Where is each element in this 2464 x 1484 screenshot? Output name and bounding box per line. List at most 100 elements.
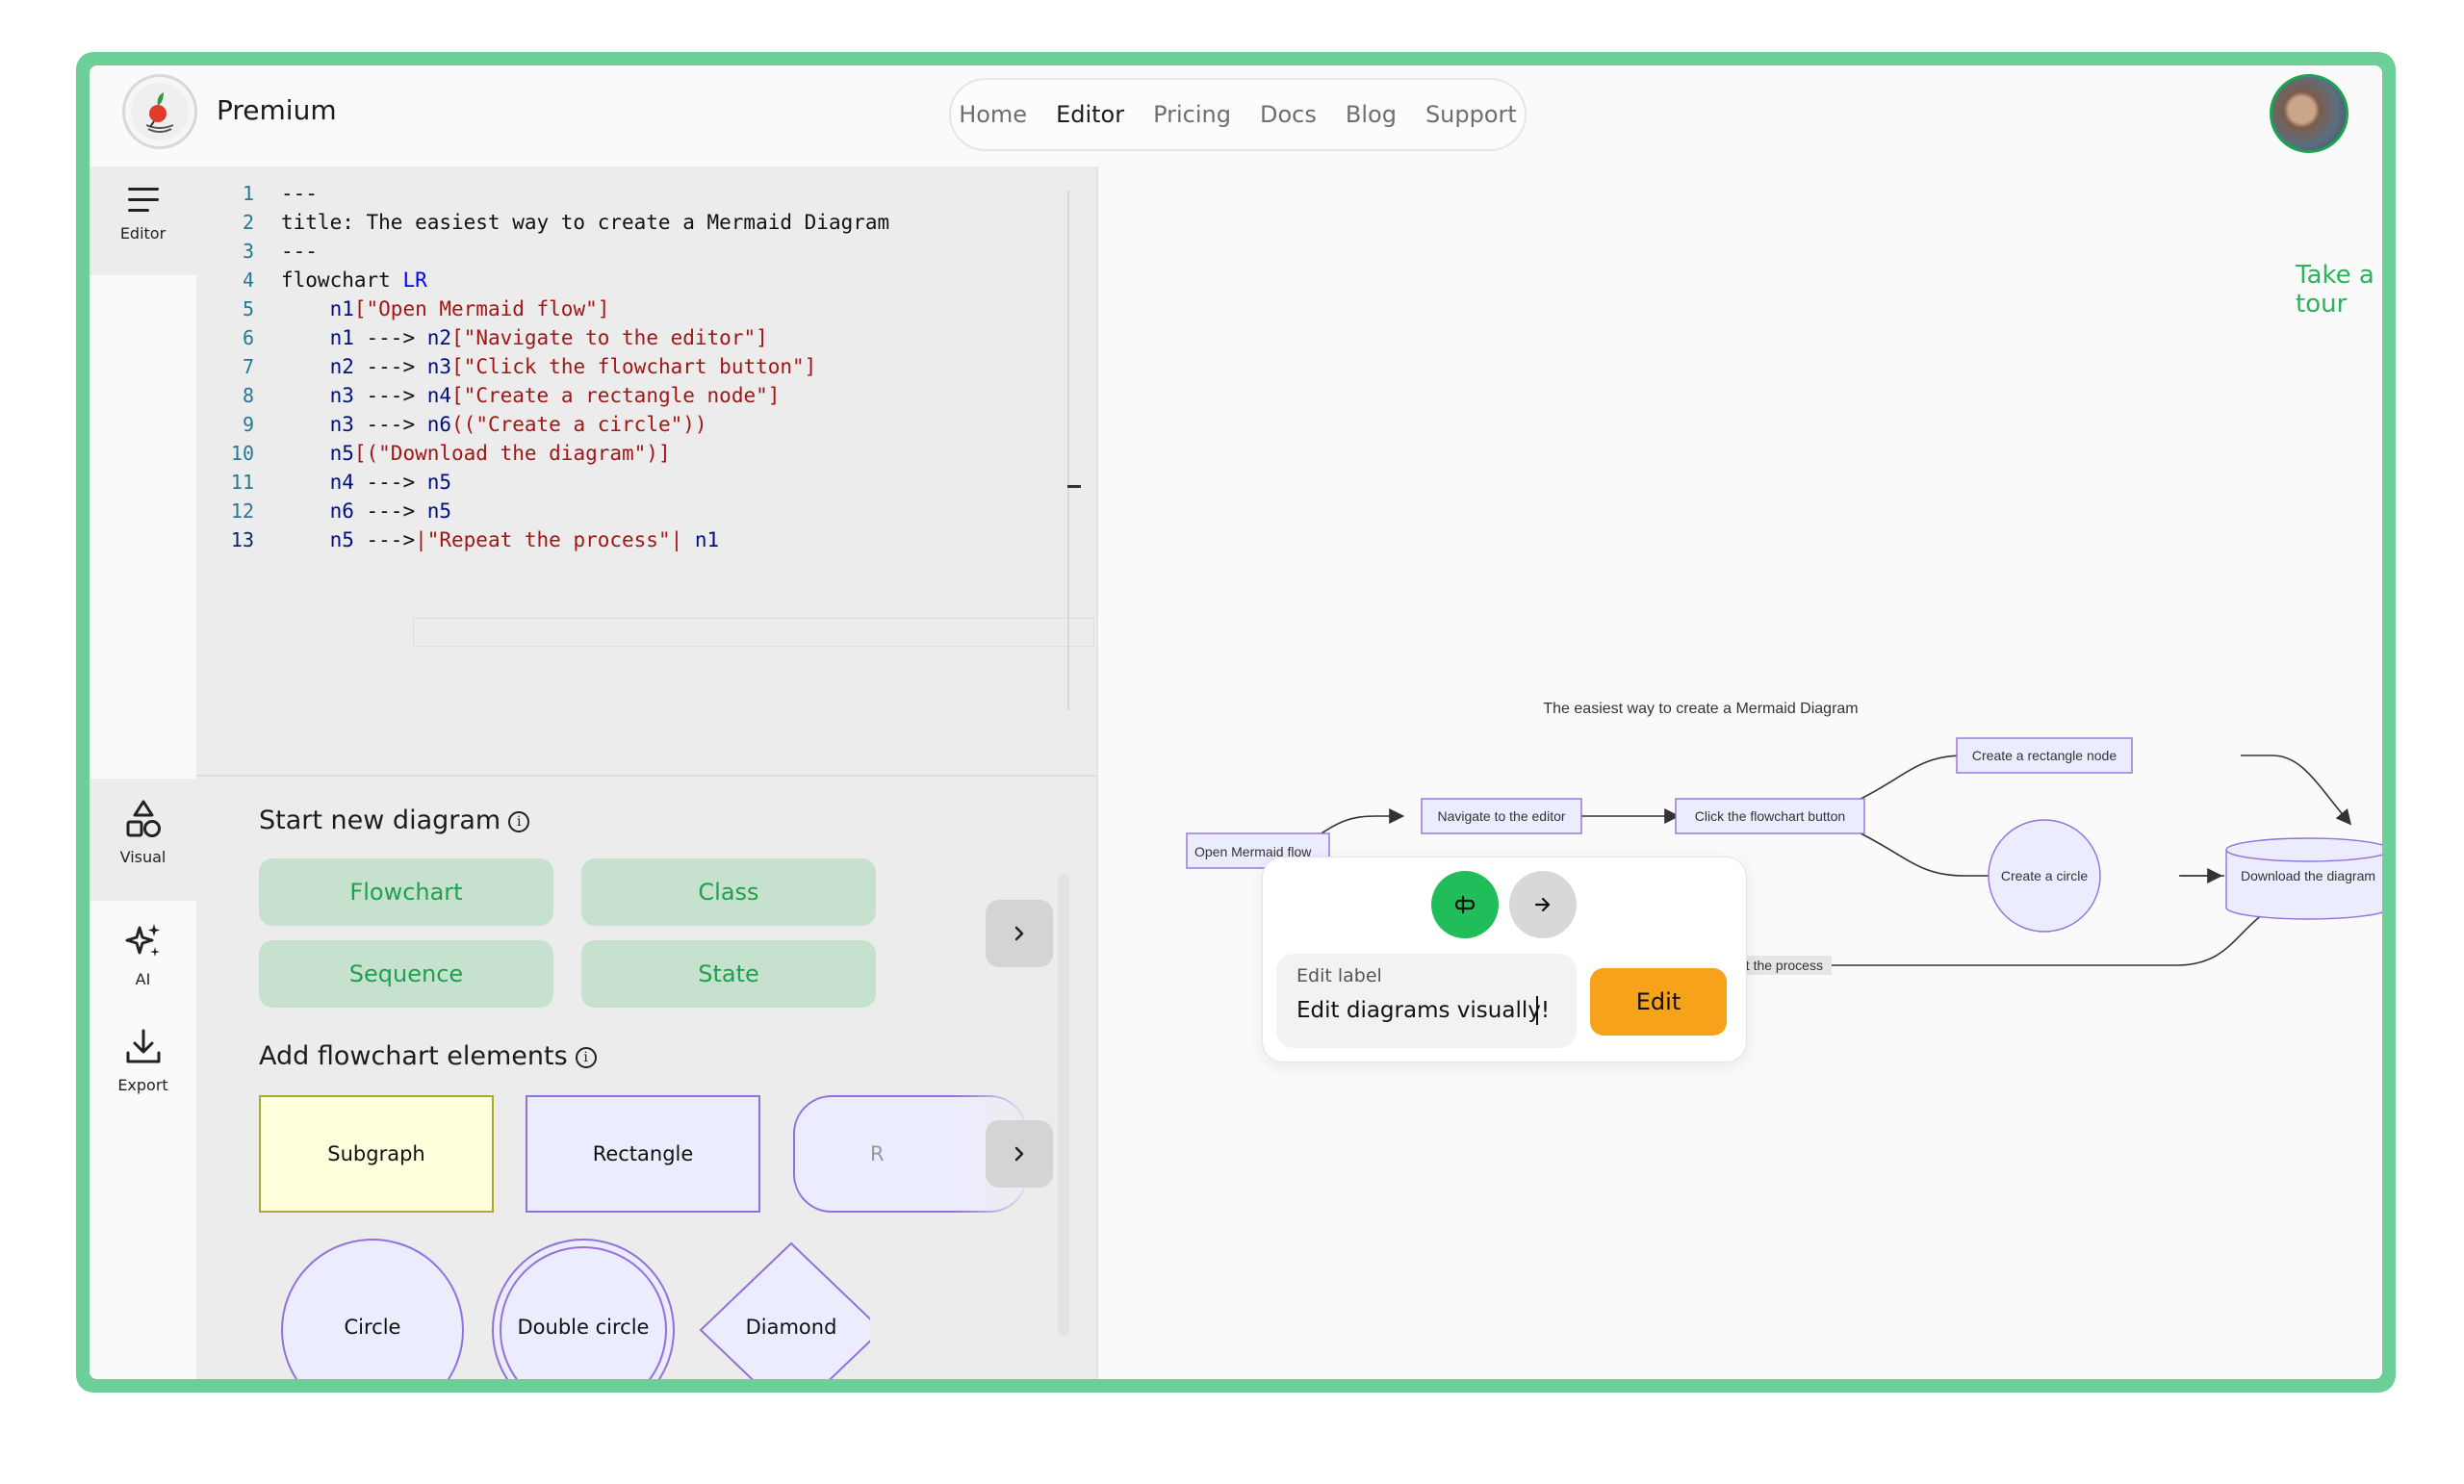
code-line[interactable]: n4 ---> n5 <box>281 468 451 497</box>
code-token: ---> <box>353 499 427 523</box>
add-elements-title: Add flowchart elements i <box>259 1041 597 1071</box>
add-elements-title-text: Add flowchart elements <box>259 1041 568 1071</box>
node-n6[interactable]: Create a circle <box>1988 819 2101 933</box>
node-n3[interactable]: Click the flowchart button <box>1675 798 1865 834</box>
node-n2-label: Navigate to the editor <box>1437 808 1565 824</box>
nav-home[interactable]: Home <box>959 101 1027 128</box>
line-number: 4 <box>242 269 254 292</box>
code-token: ---> <box>353 471 427 494</box>
node-n4[interactable]: Create a rectangle node <box>1956 737 2133 774</box>
code-token: ---> <box>353 384 427 407</box>
rail-spacer <box>90 275 196 779</box>
start-new-title-text: Start new diagram <box>259 806 501 835</box>
edit-label-input[interactable]: Edit diagrams visually! <box>1296 998 1550 1023</box>
edit-label-field[interactable]: Edit label Edit diagrams visually! <box>1276 954 1577 1048</box>
edit-label-caption: Edit label <box>1296 965 1382 986</box>
logo-icon[interactable] <box>122 74 197 149</box>
current-line-highlight <box>413 618 1094 647</box>
code-line[interactable]: n5[("Download the diagram")] <box>281 439 671 468</box>
diagram-types-next-button[interactable] <box>986 900 1053 967</box>
code-token: n5 <box>329 442 354 465</box>
shapes-icon <box>126 800 161 837</box>
code-line[interactable]: n1["Open Mermaid flow"] <box>281 294 610 323</box>
nav-pricing[interactable]: Pricing <box>1153 101 1231 128</box>
visual-panel-scrollbar[interactable] <box>1058 874 1069 1336</box>
line-number: 3 <box>242 240 254 263</box>
rail-item-export[interactable]: Export <box>90 1026 196 1094</box>
code-line[interactable]: flowchart LR <box>281 266 427 294</box>
visual-panel: Start new diagram i Flowchart Class Seque… <box>196 775 1096 1379</box>
drag-node-button[interactable] <box>1431 871 1499 938</box>
node-n3-label: Click the flowchart button <box>1695 808 1845 824</box>
code-token: n3 <box>426 355 452 378</box>
app-frame: Premium Home Editor Pricing Docs Blog Su… <box>76 52 2396 1393</box>
diamond-label: Diamond <box>745 1316 837 1339</box>
nav-blog[interactable]: Blog <box>1346 101 1397 128</box>
diagram-canvas[interactable]: Take a tour The easiest way to create a … <box>1098 166 2382 1379</box>
rail-item-editor[interactable]: Editor <box>90 184 196 243</box>
rail-item-visual[interactable]: Visual <box>90 798 196 866</box>
double-circle-shape[interactable] <box>492 1239 675 1379</box>
code-editor[interactable]: 1 2 3 4 5 6 7 8 9 10 11 12 13 --- title: The easiest w… <box>196 166 1096 775</box>
code-token: n4 <box>426 384 452 407</box>
nav-support[interactable]: Support <box>1425 101 1517 128</box>
code-line[interactable]: n1 ---> n2["Navigate to the editor"] <box>281 323 768 352</box>
side-rail: Editor Visual AI Export <box>90 166 196 1379</box>
download-icon <box>126 1029 160 1063</box>
elements-next-button[interactable] <box>986 1120 1053 1188</box>
code-token: n3 <box>329 413 354 436</box>
diagram-title: The easiest way to create a Mermaid Diag… <box>1543 701 1858 717</box>
line-number: 1 <box>242 182 254 205</box>
node-n2[interactable]: Navigate to the editor <box>1421 798 1582 834</box>
code-line[interactable]: n3 ---> n4["Create a rectangle node"] <box>281 381 781 410</box>
subgraph-element[interactable]: Subgraph <box>259 1095 494 1213</box>
code-token: --- <box>281 240 318 263</box>
code-line[interactable]: n3 ---> n6(("Create a circle")) <box>281 410 707 439</box>
code-line[interactable]: n2 ---> n3["Click the flowchart button"] <box>281 352 817 381</box>
code-line[interactable]: --- <box>281 179 318 208</box>
node-n6-label: Create a circle <box>2001 868 2088 883</box>
code-line[interactable]: n5 --->|"Repeat the process"| n1 <box>281 525 720 554</box>
line-number: 10 <box>230 442 254 465</box>
sequence-button[interactable]: Sequence <box>259 940 553 1008</box>
circle-shape[interactable] <box>281 1239 464 1379</box>
rail-visual-tab[interactable]: Visual <box>90 779 196 901</box>
line-number: 7 <box>242 355 254 378</box>
flowchart-button[interactable]: Flowchart <box>259 858 553 926</box>
nav-editor[interactable]: Editor <box>1056 101 1124 128</box>
editor-scrollbar[interactable] <box>1067 191 1069 710</box>
code-line[interactable]: title: The easiest way to create a Merma… <box>281 208 889 237</box>
line-number: 5 <box>242 297 254 320</box>
text-cursor <box>1536 996 1538 1025</box>
rail-item-ai[interactable]: AI <box>90 920 196 988</box>
shape-elements <box>281 1239 870 1379</box>
info-icon[interactable]: i <box>508 810 530 832</box>
code-line[interactable]: n6 ---> n5 <box>281 497 451 525</box>
code-token: n3 <box>329 384 354 407</box>
code-token: ---> <box>353 528 416 551</box>
chevron-right-icon <box>1014 926 1024 941</box>
node-n5[interactable]: Download the diagram <box>2225 837 2382 920</box>
rail-label-ai: AI <box>135 970 151 988</box>
user-avatar[interactable] <box>2270 74 2348 153</box>
class-button[interactable]: Class <box>581 858 876 926</box>
info-icon[interactable]: i <box>575 1046 597 1068</box>
rail-editor-tab[interactable]: Editor <box>90 166 196 275</box>
edge-n4-n5[interactable] <box>2241 755 2352 826</box>
code-line[interactable]: --- <box>281 237 318 266</box>
connect-arrow-button[interactable] <box>1509 871 1577 938</box>
edit-button[interactable]: Edit <box>1590 968 1727 1036</box>
rectangle-element[interactable]: Rectangle <box>526 1095 760 1213</box>
code-token: ---> <box>353 413 427 436</box>
state-button[interactable]: State <box>581 940 876 1008</box>
diamond-shape[interactable] <box>699 1241 870 1379</box>
nav-docs[interactable]: Docs <box>1260 101 1317 128</box>
brand-name: Premium <box>217 94 337 126</box>
code-token: n2 <box>329 355 354 378</box>
code-token: --- <box>281 182 318 205</box>
code-token: n1 <box>694 528 720 551</box>
